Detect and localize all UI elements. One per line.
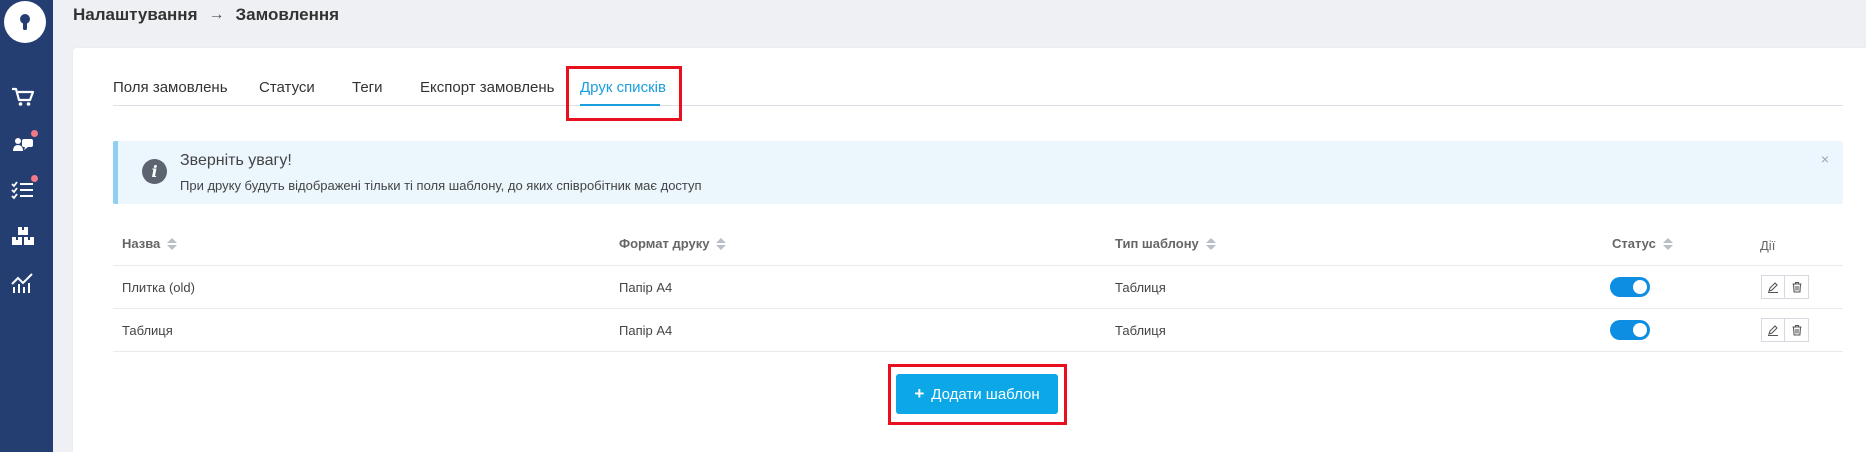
- sort-icon: [716, 237, 727, 250]
- status-toggle[interactable]: [1610, 277, 1650, 297]
- trash-icon: [1792, 281, 1801, 293]
- alert-title: Зверніть увагу!: [180, 152, 292, 169]
- column-header-template-type[interactable]: Тип шаблону: [1115, 236, 1216, 251]
- active-tab-indicator: [580, 104, 660, 106]
- tab-tags[interactable]: Теги: [352, 79, 383, 96]
- settings-card: Поля замовлень Статуси Теги Експорт замо…: [73, 48, 1866, 452]
- sidebar: [0, 0, 53, 452]
- cell-name: Плитка (old): [122, 280, 195, 295]
- sort-icon: [1662, 237, 1673, 250]
- pencil-icon: [1768, 282, 1778, 293]
- sidebar-item-orders[interactable]: [10, 84, 36, 110]
- info-alert: i Зверніть увагу! При друку будуть відоб…: [113, 141, 1843, 204]
- row-actions: [1761, 318, 1809, 342]
- analytics-icon: [11, 273, 33, 293]
- tab-statuses[interactable]: Статуси: [259, 79, 315, 96]
- notification-dot: [31, 130, 38, 137]
- messages-icon: [13, 138, 33, 151]
- logo[interactable]: [4, 1, 46, 43]
- breadcrumb-current: Замовлення: [235, 5, 340, 24]
- delete-button[interactable]: [1785, 275, 1809, 299]
- column-header-print-format[interactable]: Формат друку: [619, 236, 727, 251]
- sort-icon: [1205, 237, 1216, 250]
- sidebar-item-messages[interactable]: [10, 130, 38, 157]
- close-icon[interactable]: ×: [1821, 151, 1829, 167]
- pencil-icon: [1768, 325, 1778, 336]
- tab-print-lists[interactable]: Друк списків: [580, 79, 666, 96]
- breadcrumb-arrow-icon: →: [208, 6, 225, 23]
- trash-icon: [1792, 324, 1801, 336]
- tab-order-fields[interactable]: Поля замовлень: [113, 79, 228, 96]
- edit-button[interactable]: [1761, 318, 1785, 342]
- edit-button[interactable]: [1761, 275, 1785, 299]
- info-icon: i: [142, 159, 167, 184]
- add-template-button[interactable]: + Додати шаблон: [896, 374, 1058, 414]
- table-header: Назва Формат друку Тип шаблону Статус Ді…: [113, 221, 1843, 266]
- column-header-status[interactable]: Статус: [1612, 236, 1673, 251]
- cell-print-format: Папір А4: [619, 323, 673, 338]
- cell-print-format: Папір А4: [619, 280, 673, 295]
- cell-template-type: Таблиця: [1115, 280, 1166, 295]
- plus-icon: +: [914, 384, 925, 403]
- sort-icon: [167, 237, 178, 250]
- sidebar-item-tasks[interactable]: [10, 175, 38, 203]
- add-template-label: Додати шаблон: [931, 385, 1040, 403]
- sidebar-item-analytics[interactable]: [10, 270, 36, 296]
- templates-table: Назва Формат друку Тип шаблону Статус Ді…: [113, 221, 1843, 352]
- row-actions: [1761, 275, 1809, 299]
- column-header-name[interactable]: Назва: [122, 236, 178, 251]
- table-row: Плитка (old) Папір А4 Таблиця: [113, 266, 1843, 309]
- status-toggle[interactable]: [1610, 320, 1650, 340]
- breadcrumb-parent[interactable]: Налаштування: [73, 5, 198, 25]
- tab-export-orders[interactable]: Експорт замовлень: [420, 79, 554, 96]
- tasks-icon: [11, 181, 33, 200]
- sidebar-item-warehouse[interactable]: [10, 223, 36, 249]
- cell-template-type: Таблиця: [1115, 323, 1166, 338]
- keyhole-icon: [20, 14, 30, 30]
- table-row: Таблиця Папір А4 Таблиця: [113, 309, 1843, 352]
- delete-button[interactable]: [1785, 318, 1809, 342]
- cart-icon: [12, 87, 35, 106]
- cell-name: Таблиця: [122, 323, 173, 338]
- column-header-actions: Дії: [1760, 238, 1776, 253]
- tab-bar: Поля замовлень Статуси Теги Експорт замо…: [113, 48, 1843, 106]
- breadcrumb: Налаштування → Замовлення: [73, 5, 339, 25]
- notification-dot: [31, 175, 38, 182]
- alert-message: При друку будуть відображені тільки ті п…: [180, 178, 702, 193]
- warehouse-icon: [12, 227, 34, 245]
